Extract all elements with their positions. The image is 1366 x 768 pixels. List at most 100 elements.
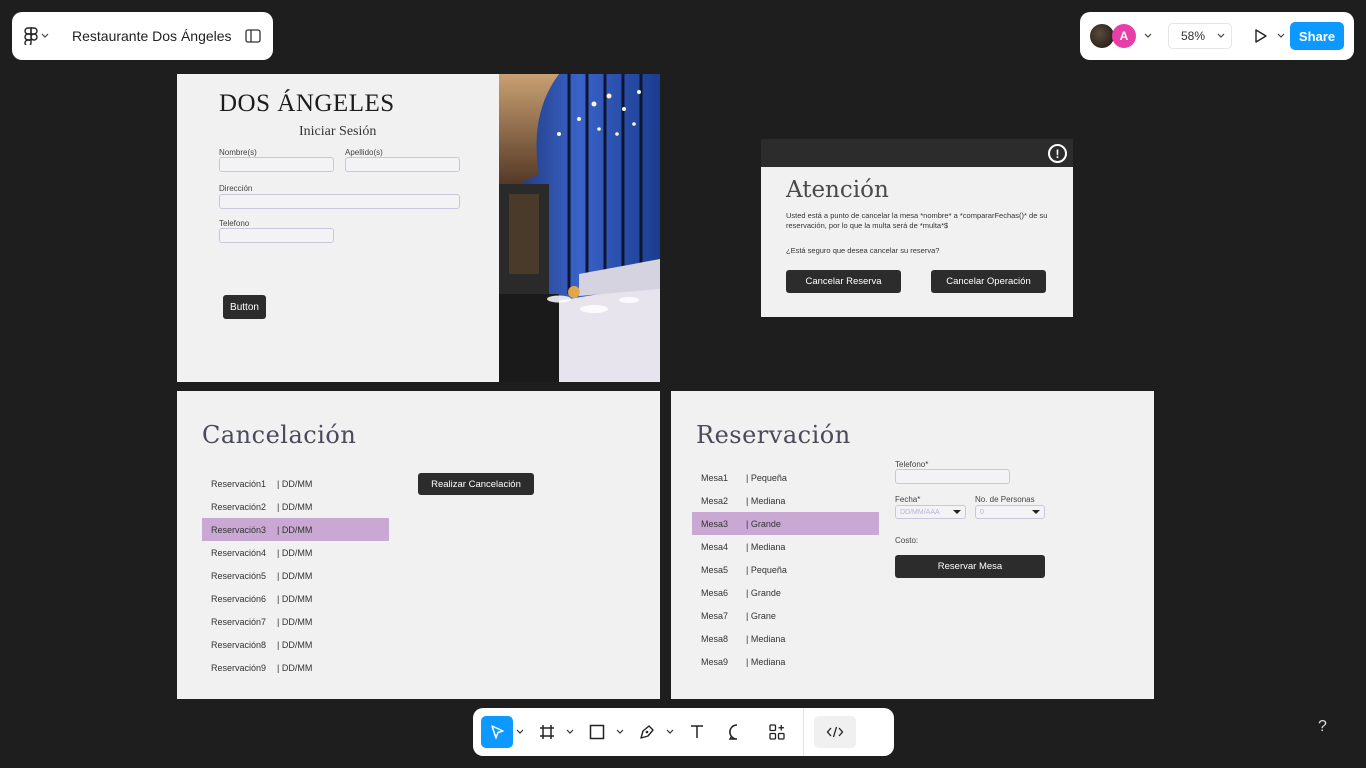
figma-menu-button[interactable] bbox=[24, 27, 64, 45]
move-tool-menu[interactable] bbox=[513, 729, 527, 735]
reservation-detail: | DD/MM bbox=[277, 639, 313, 650]
reservation-name: Reservación8 bbox=[211, 639, 267, 650]
cost-label: Costo: bbox=[895, 536, 919, 545]
reservation-name: Reservación9 bbox=[211, 662, 267, 673]
reserve-table-button[interactable]: Reservar Mesa bbox=[895, 555, 1045, 578]
list-item[interactable]: Reservación4 | DD/MM bbox=[202, 541, 389, 564]
dialog-message: Usted está a punto de cancelar la mesa *… bbox=[786, 211, 1048, 230]
components-icon bbox=[769, 724, 785, 740]
text-tool[interactable] bbox=[681, 716, 713, 748]
frame-tool[interactable] bbox=[531, 716, 563, 748]
cancellation-frame[interactable]: Cancelación Reservación1 | DD/MM Reservaci… bbox=[177, 391, 660, 699]
chevron-down-icon[interactable] bbox=[1142, 32, 1154, 40]
dialog-question: ¿Está seguro que desea cancelar su reser… bbox=[786, 246, 940, 255]
components-tool[interactable] bbox=[761, 716, 793, 748]
chevron-down-icon bbox=[566, 729, 574, 734]
pen-tool-icon bbox=[640, 725, 654, 739]
frame-tool-menu[interactable] bbox=[563, 729, 577, 735]
pen-tool[interactable] bbox=[631, 716, 663, 748]
table-detail: | Grande bbox=[746, 587, 781, 598]
chevron-down-icon bbox=[616, 729, 624, 734]
confirm-cancel-reservation-button[interactable]: Cancelar Reserva bbox=[786, 270, 901, 293]
surname-label: Apellido(s) bbox=[345, 148, 383, 157]
avatar-user-a[interactable]: A bbox=[1112, 24, 1136, 48]
dialog-titlebar bbox=[761, 139, 1073, 167]
date-select[interactable]: DD/MM/AAA bbox=[895, 505, 966, 519]
reservation-name: Reservación6 bbox=[211, 593, 267, 604]
chevron-down-icon bbox=[516, 729, 524, 734]
name-field[interactable] bbox=[219, 157, 334, 172]
list-item[interactable]: Reservación9 | DD/MM bbox=[202, 656, 389, 679]
reservation-frame[interactable]: Reservación Mesa1 | Pequeña Mesa2 | Mediana… bbox=[671, 391, 1154, 699]
list-item[interactable]: Mesa5 | Pequeña bbox=[692, 558, 879, 581]
reservation-detail: | DD/MM bbox=[277, 501, 313, 512]
alert-icon: ! bbox=[1048, 144, 1067, 163]
reservation-title: Reservación bbox=[696, 421, 851, 449]
table-name: Mesa8 bbox=[701, 633, 729, 644]
table-name: Mesa5 bbox=[701, 564, 729, 575]
login-frame[interactable]: DOS ÁNGELES Iniciar Sesión Nombre(s) Ape… bbox=[177, 74, 660, 382]
table-detail: | Mediana bbox=[746, 541, 786, 552]
table-detail: | Grande bbox=[746, 518, 781, 529]
people-value: 0 bbox=[980, 508, 984, 516]
list-item[interactable]: Reservación1 | DD/MM bbox=[202, 472, 389, 495]
surname-field[interactable] bbox=[345, 157, 460, 172]
people-select[interactable]: 0 bbox=[975, 505, 1045, 519]
move-tool-icon bbox=[491, 725, 504, 739]
rectangle-tool[interactable] bbox=[581, 716, 613, 748]
login-button[interactable]: Button bbox=[223, 295, 266, 319]
dropdown-arrow-icon bbox=[953, 510, 961, 514]
list-item[interactable]: Reservación5 | DD/MM bbox=[202, 564, 389, 587]
reservation-detail: | DD/MM bbox=[277, 524, 313, 535]
list-item[interactable]: Reservación7 | DD/MM bbox=[202, 610, 389, 633]
reservation-name: Reservación2 bbox=[211, 501, 267, 512]
abort-operation-button[interactable]: Cancelar Operación bbox=[931, 270, 1046, 293]
comment-tool[interactable] bbox=[721, 716, 753, 748]
reservation-name: Reservación4 bbox=[211, 547, 267, 558]
login-subtitle: Iniciar Sesión bbox=[299, 124, 377, 139]
table-detail: | Pequeña bbox=[746, 564, 787, 575]
list-item[interactable]: Reservación3 | DD/MM bbox=[202, 518, 389, 541]
perform-cancellation-button[interactable]: Realizar Cancelación bbox=[418, 473, 534, 495]
text-tool-icon bbox=[691, 725, 703, 738]
sidebar-toggle-icon[interactable] bbox=[245, 29, 261, 43]
reservation-detail: | DD/MM bbox=[277, 662, 313, 673]
list-item[interactable]: Mesa7 | Grane bbox=[692, 604, 879, 627]
zoom-value: 58% bbox=[1181, 29, 1206, 43]
phone-field[interactable] bbox=[219, 228, 334, 243]
dialog-title: Atención bbox=[786, 177, 889, 203]
chevron-down-icon[interactable] bbox=[1276, 33, 1286, 39]
phone-field[interactable] bbox=[895, 469, 1010, 484]
reservation-name: Reservación1 bbox=[211, 478, 267, 489]
phone-label: Telefono* bbox=[895, 460, 929, 469]
confirm-dialog[interactable]: ! Atención Usted está a punto de cancela… bbox=[761, 139, 1073, 317]
shape-tool-menu[interactable] bbox=[613, 729, 627, 735]
list-item[interactable]: Reservación8 | DD/MM bbox=[202, 633, 389, 656]
list-item[interactable]: Reservación6 | DD/MM bbox=[202, 587, 389, 610]
list-item[interactable]: Mesa4 | Mediana bbox=[692, 535, 879, 558]
pen-tool-menu[interactable] bbox=[663, 729, 677, 735]
cancellation-title: Cancelación bbox=[202, 421, 357, 449]
dev-mode-toggle[interactable] bbox=[814, 716, 856, 748]
play-icon[interactable] bbox=[1252, 28, 1268, 44]
date-placeholder: DD/MM/AAA bbox=[900, 508, 940, 516]
zoom-dropdown[interactable]: 58% bbox=[1168, 23, 1232, 49]
table-name: Mesa3 bbox=[701, 518, 729, 529]
list-item[interactable]: Mesa1 | Pequeña bbox=[692, 466, 879, 489]
avatar[interactable] bbox=[1090, 24, 1114, 48]
table-detail: | Mediana bbox=[746, 656, 786, 667]
list-item[interactable]: Reservación2 | DD/MM bbox=[202, 495, 389, 518]
list-item[interactable]: Mesa3 | Grande bbox=[692, 512, 879, 535]
list-item[interactable]: Mesa8 | Mediana bbox=[692, 627, 879, 650]
table-name: Mesa7 bbox=[701, 610, 729, 621]
share-button[interactable]: Share bbox=[1290, 22, 1344, 50]
list-item[interactable]: Mesa2 | Mediana bbox=[692, 489, 879, 512]
list-item[interactable]: Mesa9 | Mediana bbox=[692, 650, 879, 673]
header-actions: A 58% Share bbox=[1080, 12, 1354, 60]
file-title[interactable]: Restaurante Dos Ángeles bbox=[72, 28, 245, 44]
help-button[interactable]: ? bbox=[1318, 718, 1327, 736]
list-item[interactable]: Mesa6 | Grande bbox=[692, 581, 879, 604]
move-tool[interactable] bbox=[481, 716, 513, 748]
dropdown-arrow-icon bbox=[1032, 510, 1040, 514]
address-field[interactable] bbox=[219, 194, 460, 209]
